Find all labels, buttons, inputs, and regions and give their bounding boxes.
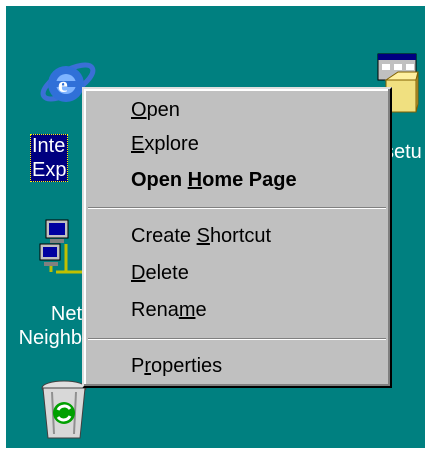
menu-item-open-home-page[interactable]: Open Home Page [131, 165, 297, 195]
internet-explorer-label-line2: Exp [32, 159, 67, 181]
internet-explorer-label-line1: Inte [32, 135, 66, 157]
svg-text:e: e [58, 72, 68, 97]
menu-item-open[interactable]: Open [131, 95, 180, 125]
network-neighborhood-label-line2: Neighb [18, 327, 82, 349]
menu-item-explore[interactable]: Explore [131, 129, 199, 159]
menu-item-rename[interactable]: Rename [131, 295, 207, 325]
menu-item-create-shortcut[interactable]: Create Shortcut [131, 221, 271, 251]
network-neighborhood-label[interactable]: Net Neighb [6, 302, 82, 350]
menu-item-delete[interactable]: Delete [131, 258, 189, 288]
desktop[interactable]: e Inte Exp setu Net Neighb Open Explore … [6, 6, 425, 448]
menu-separator [88, 338, 386, 340]
context-menu: Open Explore Open Home Page Create Short… [82, 87, 392, 388]
internet-explorer-label[interactable]: Inte Exp [30, 134, 69, 182]
menu-item-properties[interactable]: Properties [131, 351, 222, 381]
network-neighborhood-label-line1: Net [50, 303, 82, 325]
menu-separator [88, 207, 386, 209]
